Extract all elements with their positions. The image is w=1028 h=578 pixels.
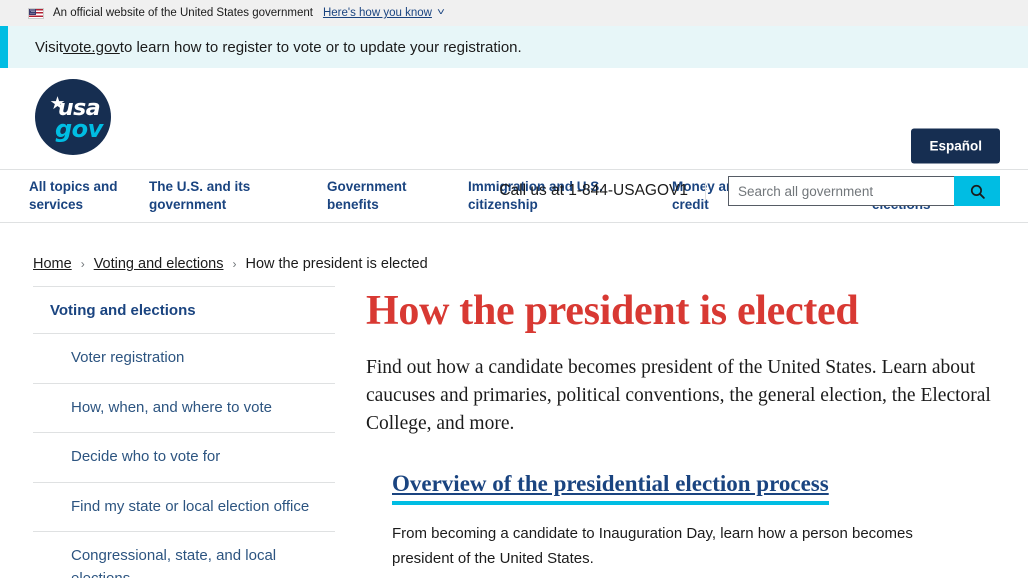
sidebar-item-voter-registration[interactable]: Voter registration — [33, 334, 335, 384]
logo-gov-text: gov — [55, 115, 103, 143]
section-link-overview[interactable]: Overview of the presidential election pr… — [392, 471, 829, 506]
breadcrumb-current: How the president is elected — [245, 256, 428, 272]
call-us-text: Call us at 1-844-USAGOV1 — [499, 182, 706, 200]
main-content: How the president is elected Find out ho… — [335, 286, 1028, 578]
breadcrumb-separator-1: › — [80, 257, 85, 271]
section-description-overview: From becoming a candidate to Inauguratio… — [392, 525, 913, 567]
search-icon — [970, 184, 985, 199]
breadcrumb-separator-2: › — [232, 257, 237, 271]
section-overview: Overview of the presidential election pr… — [366, 471, 1028, 572]
sidebar-item-how-when-where-to-vote[interactable]: How, when, and where to vote — [33, 384, 335, 433]
search-form — [728, 176, 1000, 206]
usagov-logo[interactable]: usa gov — [35, 79, 111, 155]
sidebar: Voting and elections Voter registration … — [33, 286, 335, 578]
espanol-button[interactable]: Español — [911, 128, 1000, 164]
search-input[interactable] — [728, 176, 954, 206]
sidebar-item-congressional-state-local-elections[interactable]: Congressional, state, and local election… — [33, 532, 335, 578]
sidebar-heading: Voting and elections — [33, 286, 335, 334]
sidebar-item-find-election-office[interactable]: Find my state or local election office — [33, 483, 335, 532]
how-you-know-toggle[interactable]: Here's how you know — [323, 7, 432, 19]
nav-item-government-benefits[interactable]: Government benefits — [327, 178, 442, 213]
nav-item-all-topics[interactable]: All topics and services — [29, 178, 123, 213]
gov-banner: An official website of the United States… — [0, 0, 1028, 26]
how-you-know-label: Here's how you know — [322, 7, 432, 19]
vote-alert: Visit vote.gov to learn how to register … — [0, 26, 1028, 68]
breadcrumb-voting-and-elections[interactable]: Voting and elections — [94, 256, 224, 272]
search-button[interactable] — [954, 176, 1000, 206]
chevron-down-icon[interactable]: ˅ — [437, 7, 445, 18]
breadcrumb: Home › Voting and elections › How the pr… — [0, 223, 1028, 272]
breadcrumb-home[interactable]: Home — [33, 256, 72, 272]
gov-banner-text: An official website of the United States… — [53, 7, 313, 19]
page-title: How the president is elected — [366, 288, 859, 334]
page-intro: Find out how a candidate becomes preside… — [366, 357, 991, 434]
site-header: usa gov Español Call us at 1-844-USAGOV1 — [0, 68, 1028, 206]
sidebar-item-decide-who-to-vote-for[interactable]: Decide who to vote for — [33, 433, 335, 483]
alert-suffix: to learn how to register to vote or to u… — [119, 38, 522, 56]
header-utility-row: Call us at 1-844-USAGOV1 — [499, 176, 1000, 206]
nav-item-us-government[interactable]: The U.S. and its government — [149, 178, 301, 213]
page-layout: Voting and elections Voter registration … — [0, 272, 1028, 578]
alert-prefix: Visit — [35, 38, 64, 56]
vote-gov-link[interactable]: vote.gov — [63, 39, 120, 56]
us-flag-icon — [28, 7, 44, 19]
